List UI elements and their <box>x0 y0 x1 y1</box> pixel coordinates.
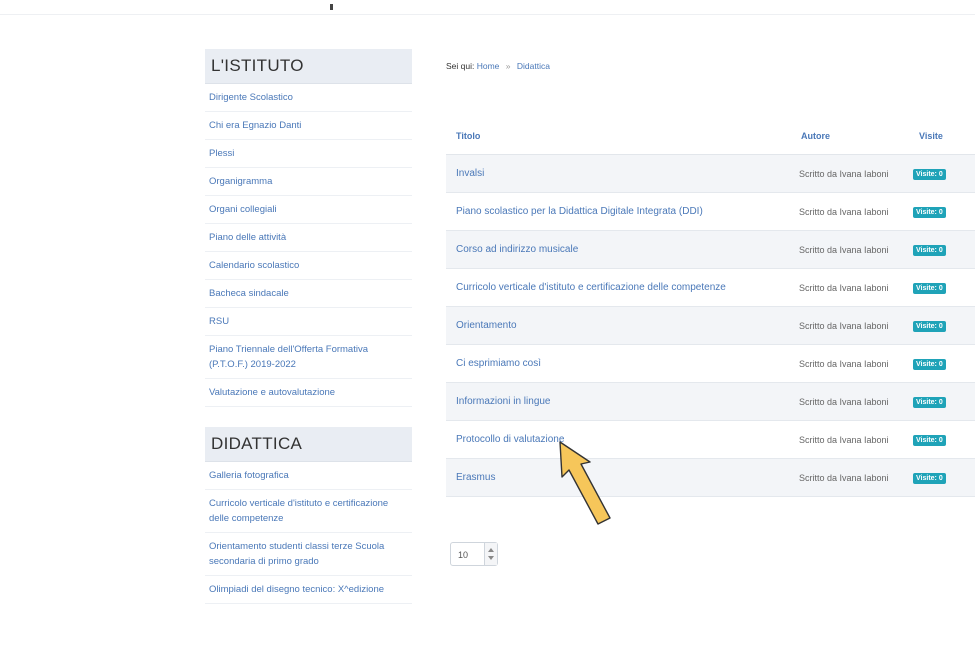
views-badge: Visite: 0 <box>913 358 946 370</box>
views-cell: Visite: 0 <box>909 154 975 193</box>
sidebar-item[interactable]: RSU <box>205 308 412 336</box>
views-cell: Visite: 0 <box>909 458 975 497</box>
views-badge: Visite: 0 <box>913 396 946 408</box>
istituto-menu: Dirigente Scolastico Chi era Egnazio Dant… <box>205 84 412 407</box>
views-cell: Visite: 0 <box>909 230 975 269</box>
article-author: Scritto da Ivana Iaboni <box>791 306 909 345</box>
sidebar: L'ISTITUTO Dirigente Scolastico Chi era E… <box>205 49 412 604</box>
article-title-link[interactable]: Erasmus <box>446 458 791 497</box>
table-row: Invalsi Scritto da Ivana Iaboni Visite: 0 <box>446 154 975 193</box>
views-cell: Visite: 0 <box>909 306 975 345</box>
items-per-page-value: 10 <box>458 550 469 560</box>
column-header-author[interactable]: Autore <box>791 118 909 155</box>
table-row: Piano scolastico per la Didattica Digita… <box>446 192 975 231</box>
article-author: Scritto da Ivana Iaboni <box>791 192 909 231</box>
section-title-didattica: DIDATTICA <box>205 427 412 462</box>
breadcrumb-home-link[interactable]: Home <box>477 61 500 71</box>
breadcrumb-separator: » <box>505 61 511 71</box>
article-author: Scritto da Ivana Iaboni <box>791 230 909 269</box>
article-title-link[interactable]: Orientamento <box>446 306 791 345</box>
views-badge: Visite: 0 <box>913 320 946 332</box>
table-row: Erasmus Scritto da Ivana Iaboni Visite: 0 <box>446 458 975 497</box>
sidebar-item[interactable]: Bacheca sindacale <box>205 280 412 308</box>
views-badge: Visite: 0 <box>913 168 946 180</box>
views-cell: Visite: 0 <box>909 420 975 459</box>
sidebar-item[interactable]: Galleria fotografica <box>205 462 412 490</box>
sidebar-item[interactable]: Piano delle attività <box>205 224 412 252</box>
items-per-page-select[interactable]: 10 <box>450 542 498 566</box>
table-row: Informazioni in lingue Scritto da Ivana I… <box>446 382 975 421</box>
article-title-link[interactable]: Curricolo verticale d'istituto e certifi… <box>446 268 791 307</box>
article-title-link[interactable]: Ci esprimiamo così <box>446 344 791 383</box>
header-divider <box>0 14 975 15</box>
select-spinner-icon <box>484 543 497 565</box>
views-cell: Visite: 0 <box>909 344 975 383</box>
table-header-row: Titolo Autore Visite <box>446 118 975 155</box>
sidebar-item[interactable]: Chi era Egnazio Danti <box>205 112 412 140</box>
views-cell: Visite: 0 <box>909 382 975 421</box>
header-fragment <box>330 4 333 10</box>
article-title-link[interactable]: Protocollo di valutazione <box>446 420 791 459</box>
arrow-icon <box>559 441 611 525</box>
sidebar-item[interactable]: Orientamento studenti classi terze Scuol… <box>205 533 412 576</box>
sidebar-item[interactable]: Dirigente Scolastico <box>205 84 412 112</box>
didattica-menu: Galleria fotografica Curricolo verticale … <box>205 462 412 604</box>
sidebar-item[interactable]: Olimpiadi del disegno tecnico: X^edizion… <box>205 576 412 604</box>
sidebar-item[interactable]: Organigramma <box>205 168 412 196</box>
table-row: Orientamento Scritto da Ivana Iaboni Visit… <box>446 306 975 345</box>
views-badge: Visite: 0 <box>913 244 946 256</box>
sidebar-item[interactable]: Plessi <box>205 140 412 168</box>
articles-table: Titolo Autore Visite Invalsi Scritto da I… <box>446 118 975 497</box>
table-row: Ci esprimiamo così Scritto da Ivana Iabon… <box>446 344 975 383</box>
sidebar-item[interactable]: Calendario scolastico <box>205 252 412 280</box>
sidebar-item[interactable]: Curricolo verticale d'istituto e certifi… <box>205 490 412 533</box>
article-title-link[interactable]: Invalsi <box>446 154 791 193</box>
table-row: Protocollo di valutazione Scritto da Ivan… <box>446 420 975 459</box>
sidebar-item[interactable]: Piano Triennale dell'Offerta Formativa (… <box>205 336 412 379</box>
views-badge: Visite: 0 <box>913 206 946 218</box>
sidebar-item[interactable]: Organi collegiali <box>205 196 412 224</box>
breadcrumb-label: Sei qui: <box>446 61 475 71</box>
article-author: Scritto da Ivana Iaboni <box>791 268 909 307</box>
table-row: Curricolo verticale d'istituto e certifi… <box>446 268 975 307</box>
article-title-link[interactable]: Informazioni in lingue <box>446 382 791 421</box>
views-badge: Visite: 0 <box>913 282 946 294</box>
article-author: Scritto da Ivana Iaboni <box>791 458 909 497</box>
table-row: Corso ad indirizzo musicale Scritto da Iv… <box>446 230 975 269</box>
breadcrumb-current: Didattica <box>516 61 550 71</box>
breadcrumb: Sei qui: Home » Didattica <box>446 61 550 71</box>
views-badge: Visite: 0 <box>913 472 946 484</box>
article-author: Scritto da Ivana Iaboni <box>791 344 909 383</box>
article-author: Scritto da Ivana Iaboni <box>791 382 909 421</box>
views-cell: Visite: 0 <box>909 268 975 307</box>
section-title-istituto: L'ISTITUTO <box>205 49 412 84</box>
article-title-link[interactable]: Piano scolastico per la Didattica Digita… <box>446 192 791 231</box>
views-cell: Visite: 0 <box>909 192 975 231</box>
sidebar-item[interactable]: Valutazione e autovalutazione <box>205 379 412 407</box>
views-badge: Visite: 0 <box>913 434 946 446</box>
column-header-views[interactable]: Visite <box>909 118 975 155</box>
article-author: Scritto da Ivana Iaboni <box>791 154 909 193</box>
column-header-title[interactable]: Titolo <box>446 118 791 155</box>
article-author: Scritto da Ivana Iaboni <box>791 420 909 459</box>
article-title-link[interactable]: Corso ad indirizzo musicale <box>446 230 791 269</box>
